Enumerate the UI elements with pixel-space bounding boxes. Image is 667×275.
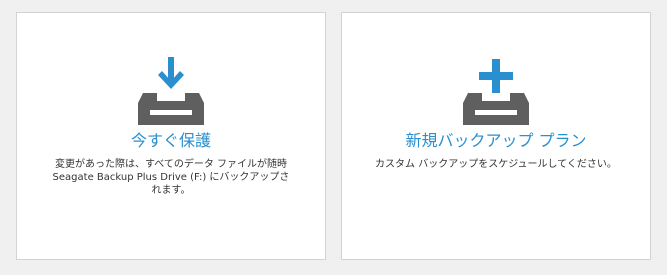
description-line: Seagate Backup Plus Drive (F:) にバックアップさ <box>52 172 290 183</box>
description-line: 変更があった際は、すべてのデータ ファイルが随時 <box>54 159 288 170</box>
card-description: 変更があった際は、すべてのデータ ファイルが随時 Seagate Backup … <box>37 158 305 197</box>
new-backup-plan-card[interactable]: 新規バックアップ プラン カスタム バックアップをスケジュールしてください。 <box>341 12 651 260</box>
tray-add-icon <box>463 59 529 125</box>
tray-download-icon <box>138 57 204 125</box>
description-line: カスタム バックアップをスケジュールしてください。 <box>375 159 617 170</box>
card-description: カスタム バックアップをスケジュールしてください。 <box>362 158 630 171</box>
card-title: 新規バックアップ プラン <box>405 131 587 150</box>
card-title: 今すぐ保護 <box>130 131 211 150</box>
protect-now-card[interactable]: 今すぐ保護 変更があった際は、すべてのデータ ファイルが随時 Seagate B… <box>16 12 326 260</box>
description-line: れます。 <box>151 185 191 196</box>
